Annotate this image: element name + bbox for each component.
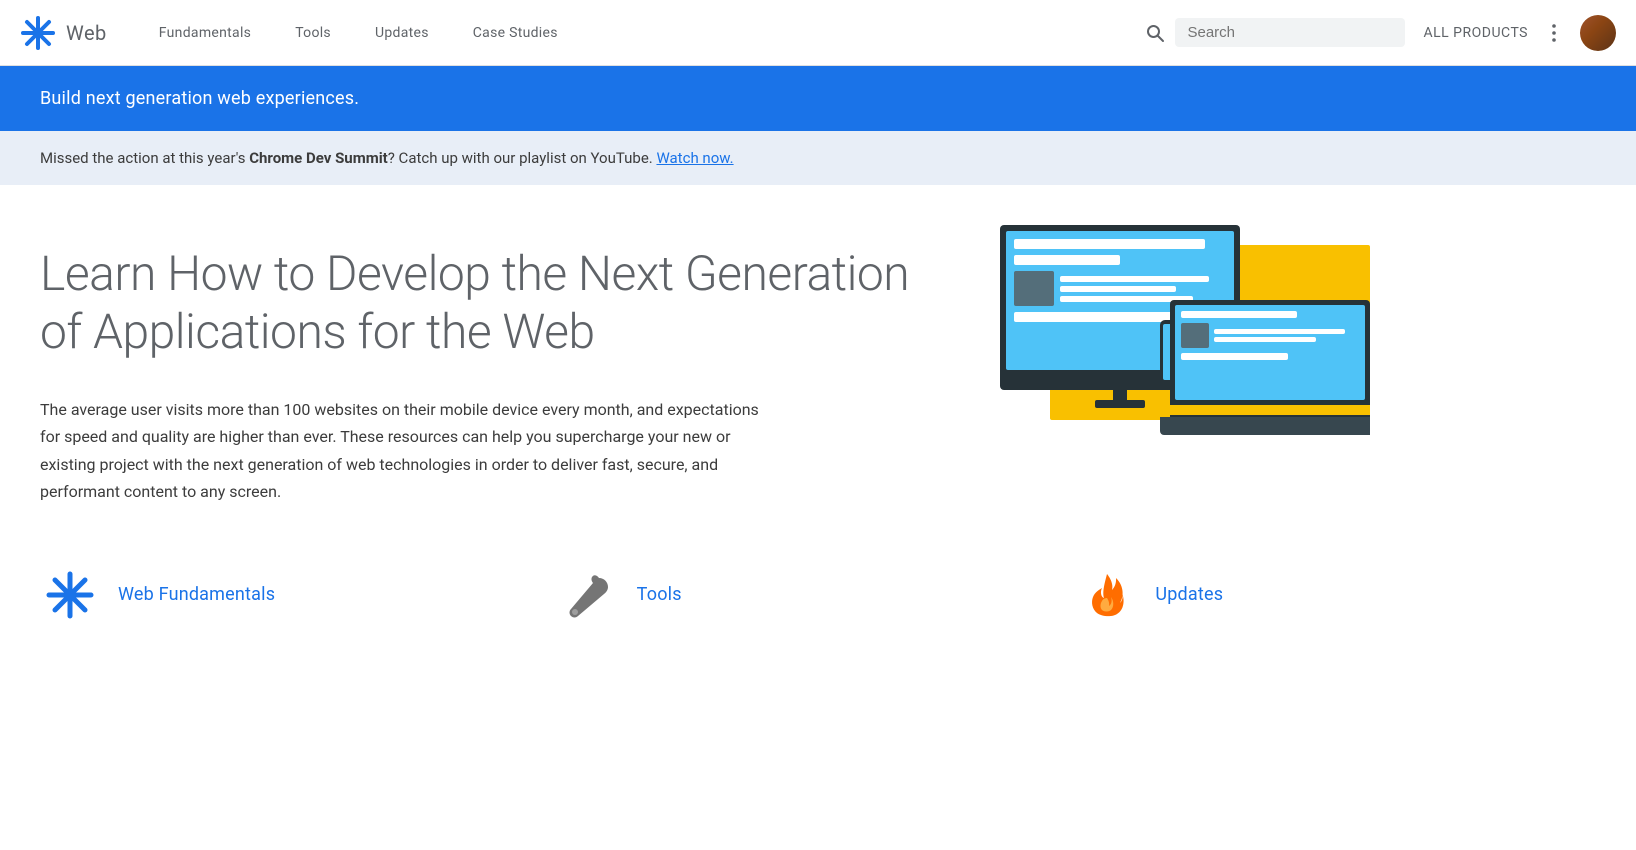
tools-icon bbox=[559, 565, 619, 625]
category-card-tools[interactable]: Tools bbox=[559, 555, 1078, 635]
main-heading: Learn How to Develop the Next Generation… bbox=[40, 245, 960, 360]
illus-laptop bbox=[1170, 300, 1370, 435]
search-icon bbox=[1145, 23, 1165, 43]
content-illustration bbox=[1000, 225, 1370, 435]
announcement-text-before: Missed the action at this year's bbox=[40, 149, 249, 167]
logo-icon bbox=[20, 15, 56, 51]
nav-item-case-studies[interactable]: Case Studies bbox=[451, 0, 580, 66]
content-left: Learn How to Develop the Next Generation… bbox=[40, 245, 960, 505]
nav-item-fundamentals[interactable]: Fundamentals bbox=[137, 0, 273, 66]
category-card-updates[interactable]: Updates bbox=[1077, 555, 1596, 635]
main-body-text: The average user visits more than 100 we… bbox=[40, 396, 780, 505]
logo-text: Web bbox=[66, 21, 107, 45]
announcement-link[interactable]: Watch now. bbox=[656, 149, 733, 167]
main-nav: Fundamentals Tools Updates Case Studies bbox=[137, 0, 1136, 66]
more-options-button[interactable] bbox=[1542, 21, 1566, 45]
search-input[interactable] bbox=[1187, 24, 1393, 41]
dots-vertical-icon bbox=[1542, 21, 1566, 45]
announcement-text: Missed the action at this year's Chrome … bbox=[40, 149, 734, 167]
updates-label: Updates bbox=[1155, 584, 1223, 605]
hero-banner: Build next generation web experiences. bbox=[0, 66, 1636, 131]
avatar-image bbox=[1580, 15, 1616, 51]
tools-label: Tools bbox=[637, 584, 682, 605]
web-fundamentals-icon bbox=[40, 565, 100, 625]
search-box bbox=[1175, 18, 1405, 47]
updates-icon bbox=[1077, 565, 1137, 625]
announcement-highlight: Chrome Dev Summit bbox=[249, 149, 388, 167]
announcement-text-after: ? Catch up with our playlist on YouTube. bbox=[388, 149, 657, 167]
nav-item-updates[interactable]: Updates bbox=[353, 0, 451, 66]
announcement-bar: Missed the action at this year's Chrome … bbox=[0, 131, 1636, 185]
site-header: Web Fundamentals Tools Updates Case Stud… bbox=[0, 0, 1636, 66]
avatar[interactable] bbox=[1580, 15, 1616, 51]
category-section: Web Fundamentals Tools Updates bbox=[0, 525, 1636, 645]
all-products-button[interactable]: ALL PRODUCTS bbox=[1423, 25, 1528, 41]
nav-item-tools[interactable]: Tools bbox=[273, 0, 353, 66]
hero-banner-text: Build next generation web experiences. bbox=[40, 88, 359, 109]
main-content: Learn How to Develop the Next Generation… bbox=[0, 185, 1600, 525]
devices-illustration bbox=[1000, 225, 1370, 435]
search-area bbox=[1135, 13, 1405, 53]
logo[interactable]: Web bbox=[20, 15, 107, 51]
category-card-web-fundamentals[interactable]: Web Fundamentals bbox=[40, 555, 559, 635]
search-icon-button[interactable] bbox=[1135, 13, 1175, 53]
web-fundamentals-label: Web Fundamentals bbox=[118, 584, 275, 605]
